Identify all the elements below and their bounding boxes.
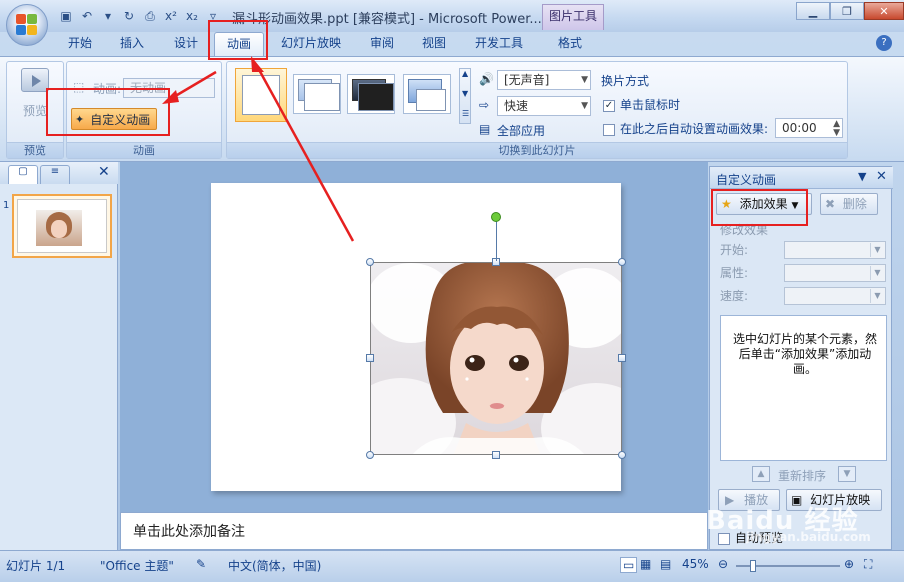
powerpoint-window: ▣ ↶ ▾ ↻ ⎙ x² x₂ ▿ 漏斗形动画效果.ppt [兼容模式] - M… [0, 0, 904, 582]
office-logo-icon [16, 14, 38, 36]
annotation-arrows [162, 56, 355, 242]
office-button[interactable] [6, 4, 48, 46]
watermark-url: jingyan.baidu.com [746, 530, 871, 544]
